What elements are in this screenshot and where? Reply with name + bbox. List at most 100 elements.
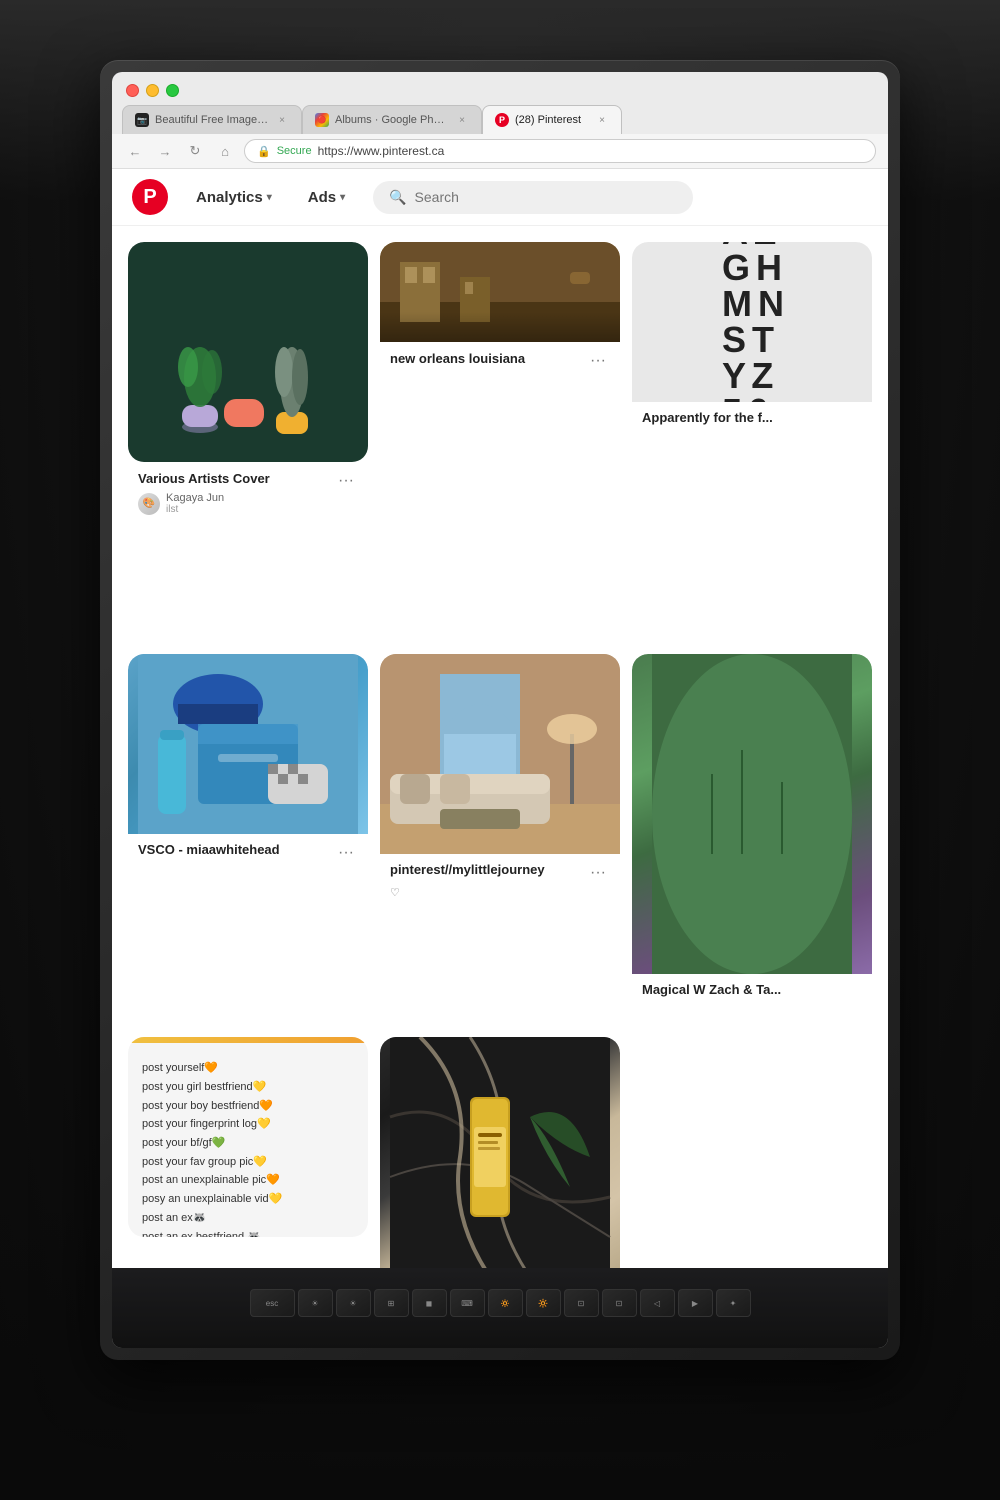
browser-chrome: 📷 Beautiful Free Images & Pictu... × 🔴 A… <box>112 72 888 169</box>
pin-plants-image <box>128 242 368 462</box>
vsco-svg <box>128 654 368 834</box>
traffic-lights-row <box>112 72 888 105</box>
lock-icon: 🔒 <box>257 145 271 158</box>
key-f1[interactable]: ☀ <box>298 1289 333 1317</box>
tab-unsplash[interactable]: 📷 Beautiful Free Images & Pictu... × <box>122 105 302 134</box>
pin-typography-footer: Apparently for the f... <box>632 402 872 439</box>
address-bar-row: ← → ↻ ⌂ 🔒 Secure https://www.pinterest.c… <box>112 134 888 169</box>
home-button[interactable]: ⌂ <box>214 140 236 162</box>
key-f9[interactable]: ⊡ <box>602 1289 637 1317</box>
key-f2[interactable]: ☀ <box>336 1289 371 1317</box>
key-f7[interactable]: 🔆 <box>526 1289 561 1317</box>
key-f10[interactable]: ◁ <box>640 1289 675 1317</box>
screen-bezel: 📷 Beautiful Free Images & Pictu... × 🔴 A… <box>112 72 888 1348</box>
close-window-button[interactable] <box>126 84 139 97</box>
pin-flowers-card[interactable]: Magical W Zach & Ta... <box>632 654 872 1348</box>
analytics-label: Analytics <box>196 189 263 206</box>
pin-interior-subtitle: ♡ <box>390 886 610 899</box>
pin-vsco-card[interactable]: VSCO - miaawhitehead ··· <box>128 654 368 1026</box>
secure-label: Secure <box>277 145 312 157</box>
tabs-bar: 📷 Beautiful Free Images & Pictu... × 🔴 A… <box>112 105 888 134</box>
key-f12[interactable]: ✦ <box>716 1289 751 1317</box>
pin-flowers-footer: Magical W Zach & Ta... <box>632 974 872 1011</box>
heart-icon: ♡ <box>390 887 400 899</box>
refresh-button[interactable]: ↻ <box>184 140 206 162</box>
text-line-2: post you girl bestfriend💛 <box>142 1078 354 1097</box>
tab-unsplash-close[interactable]: × <box>275 113 289 127</box>
tab-photos[interactable]: 🔴 Albums · Google Photos × <box>302 105 482 134</box>
author-avatar-plants: 🎨 <box>138 493 160 515</box>
unsplash-favicon: 📷 <box>135 113 149 127</box>
text-line-1: post yourself🧡 <box>142 1059 354 1078</box>
pin-text-lines: post yourself🧡 post you girl bestfriend💛… <box>142 1059 354 1237</box>
pin-marble-image <box>380 1037 620 1277</box>
pin-plants-more-button[interactable]: ··· <box>334 470 358 492</box>
key-f6[interactable]: 🔅 <box>488 1289 523 1317</box>
text-line-8: posy an unexplainable vid💛 <box>142 1190 354 1209</box>
minimize-window-button[interactable] <box>146 84 159 97</box>
interior-svg <box>380 654 620 854</box>
pin-flowers-title: Magical W Zach & Ta... <box>642 982 862 997</box>
address-pill[interactable]: 🔒 Secure https://www.pinterest.ca <box>244 139 876 163</box>
pin-new-orleans-card[interactable]: new orleans louisiana ··· <box>380 242 620 642</box>
pin-plants-footer: Various Artists Cover ··· 🎨 Kagaya Jun i… <box>128 462 368 523</box>
flowers-svg <box>632 654 872 974</box>
ads-nav[interactable]: Ads ▾ <box>300 183 353 212</box>
ads-label: Ads <box>308 189 336 206</box>
key-esc[interactable]: esc <box>250 1289 295 1317</box>
key-f11[interactable]: ▶ <box>678 1289 713 1317</box>
back-button[interactable]: ← <box>124 140 146 162</box>
photos-favicon: 🔴 <box>315 113 329 127</box>
laptop-frame: 📷 Beautiful Free Images & Pictu... × 🔴 A… <box>100 60 900 1360</box>
pinterest-logo[interactable]: P <box>132 179 168 215</box>
key-f4[interactable]: ◼ <box>412 1289 447 1317</box>
pin-grid: Various Artists Cover ··· 🎨 Kagaya Jun i… <box>112 226 888 1348</box>
plant-illustration-svg <box>168 257 328 447</box>
pin-plants-author: 🎨 Kagaya Jun ilst <box>138 492 358 515</box>
pin-new-orleans-title: new orleans louisiana <box>390 351 525 366</box>
maximize-window-button[interactable] <box>166 84 179 97</box>
pin-vsco-footer: VSCO - miaawhitehead ··· <box>128 834 368 872</box>
author-name-plants: Kagaya Jun <box>166 492 224 504</box>
new-orleans-svg <box>380 242 620 342</box>
url-text: https://www.pinterest.ca <box>318 144 445 158</box>
author-sub-plants: ilst <box>166 504 224 515</box>
pin-flowers-image <box>632 654 872 974</box>
pin-text-image: post yourself🧡 post you girl bestfriend💛… <box>128 1037 368 1237</box>
search-bar[interactable]: 🔍 <box>373 181 693 214</box>
pin-interior-more-button[interactable]: ··· <box>586 862 610 884</box>
tab-pinterest-close[interactable]: × <box>595 113 609 127</box>
laptop-keyboard: esc ☀ ☀ ⊞ ◼ ⌨ 🔅 🔆 ⊡ ⊡ ◁ ▶ ✦ <box>112 1268 888 1348</box>
pin-interior-title: pinterest//mylittlejourney <box>390 862 545 877</box>
tab-unsplash-label: Beautiful Free Images & Pictu... <box>155 114 269 126</box>
search-input[interactable] <box>415 189 678 205</box>
pin-plants-card[interactable]: Various Artists Cover ··· 🎨 Kagaya Jun i… <box>128 242 368 642</box>
tab-pinterest-label: (28) Pinterest <box>515 114 589 126</box>
pin-interior-card[interactable]: pinterest//mylittlejourney ··· ♡ <box>380 654 620 1026</box>
pin-new-orleans-footer: new orleans louisiana ··· <box>380 342 620 380</box>
analytics-nav[interactable]: Analytics ▾ <box>188 183 280 212</box>
pin-vsco-image <box>128 654 368 834</box>
key-f5[interactable]: ⌨ <box>450 1289 485 1317</box>
text-line-3: post your boy bestfriend🧡 <box>142 1097 354 1116</box>
key-f3[interactable]: ⊞ <box>374 1289 409 1317</box>
pin-typography-image: A EG HM NS TY Z5 6 <box>632 242 872 402</box>
tab-photos-label: Albums · Google Photos <box>335 114 449 126</box>
marble-svg <box>380 1037 620 1277</box>
text-line-10: post an ex bestfriend 🦝 <box>142 1228 354 1238</box>
pin-typography-title: Apparently for the f... <box>642 410 862 425</box>
analytics-chevron-icon: ▾ <box>267 192 272 203</box>
pin-plants-title: Various Artists Cover <box>138 471 270 486</box>
pin-typography-card[interactable]: A EG HM NS TY Z5 6 Apparently for the f.… <box>632 242 872 642</box>
forward-button[interactable]: → <box>154 140 176 162</box>
text-line-6: post your fav group pic💛 <box>142 1153 354 1172</box>
key-f8[interactable]: ⊡ <box>564 1289 599 1317</box>
pin-vsco-title: VSCO - miaawhitehead <box>138 842 280 857</box>
text-line-9: post an ex🦝 <box>142 1209 354 1228</box>
pin-new-orleans-more-button[interactable]: ··· <box>586 350 610 372</box>
tab-pinterest[interactable]: P (28) Pinterest × <box>482 105 622 134</box>
text-line-4: post your fingerprint log💛 <box>142 1115 354 1134</box>
tab-photos-close[interactable]: × <box>455 113 469 127</box>
pin-vsco-more-button[interactable]: ··· <box>334 842 358 864</box>
text-line-5: post your bf/gf💚 <box>142 1134 354 1153</box>
